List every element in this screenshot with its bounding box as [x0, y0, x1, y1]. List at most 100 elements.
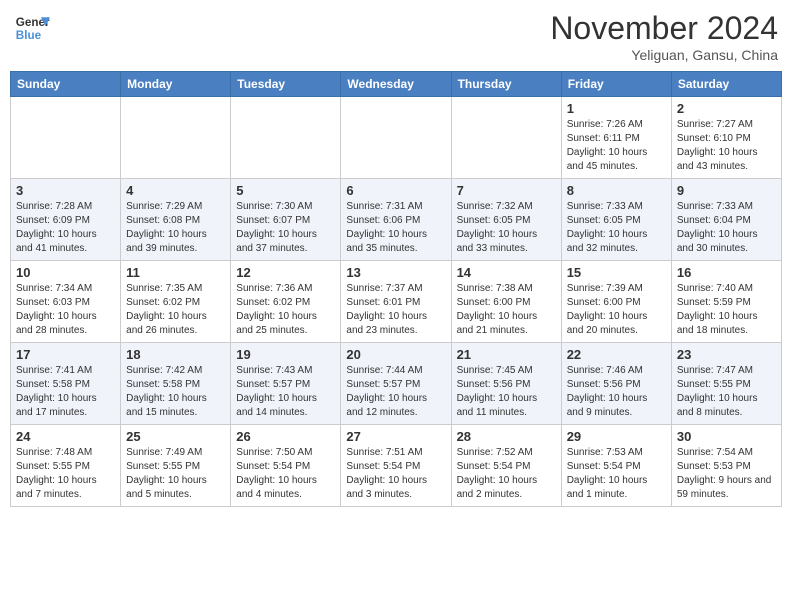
day-info: Sunrise: 7:26 AM Sunset: 6:11 PM Dayligh…	[567, 118, 666, 174]
title-area: November 2024 Yeliguan, Gansu, China	[550, 10, 778, 63]
day-info: Sunrise: 7:50 AM Sunset: 5:54 PM Dayligh…	[236, 446, 335, 502]
calendar-cell: 18Sunrise: 7:42 AM Sunset: 5:58 PM Dayli…	[121, 343, 231, 425]
day-info: Sunrise: 7:37 AM Sunset: 6:01 PM Dayligh…	[346, 282, 445, 338]
day-info: Sunrise: 7:35 AM Sunset: 6:02 PM Dayligh…	[126, 282, 225, 338]
day-info: Sunrise: 7:36 AM Sunset: 6:02 PM Dayligh…	[236, 282, 335, 338]
calendar-cell: 12 Sunrise: 7:36 AM Sunset: 6:02 PM Dayli…	[231, 261, 341, 343]
weekday-header-wednesday: Wednesday	[341, 72, 451, 97]
calendar-cell: 6 Sunrise: 7:31 AM Sunset: 6:06 PM Daylig…	[341, 179, 451, 261]
day-info: Sunrise: 7:51 AM Sunset: 5:54 PM Dayligh…	[346, 446, 445, 502]
calendar-cell: 29 Sunrise: 7:53 AM Sunset: 5:54 PM Dayli…	[561, 425, 671, 507]
location: Yeliguan, Gansu, China	[550, 47, 778, 63]
day-number: 6	[346, 183, 445, 198]
calendar-cell	[451, 97, 561, 179]
calendar-cell: 28 Sunrise: 7:52 AM Sunset: 5:54 PM Dayli…	[451, 425, 561, 507]
logo: General Blue	[14, 10, 50, 46]
svg-text:Blue: Blue	[16, 29, 42, 42]
calendar-cell: 16 Sunrise: 7:40 AM Sunset: 5:59 PM Dayli…	[671, 261, 781, 343]
weekday-header-monday: Monday	[121, 72, 231, 97]
calendar-cell: 11 Sunrise: 7:35 AM Sunset: 6:02 PM Dayli…	[121, 261, 231, 343]
calendar-cell: 3Sunrise: 7:28 AM Sunset: 6:09 PM Daylig…	[11, 179, 121, 261]
day-number: 10	[16, 265, 115, 280]
day-info: Sunrise: 7:52 AM Sunset: 5:54 PM Dayligh…	[457, 446, 556, 502]
calendar-cell: 10 Sunrise: 7:34 AM Sunset: 6:03 PM Dayli…	[11, 261, 121, 343]
week-row-4: 17 Sunrise: 7:41 AM Sunset: 5:58 PM Dayli…	[11, 343, 782, 425]
day-number: 1	[567, 101, 666, 116]
day-number: 12	[236, 265, 335, 280]
day-number: 18	[126, 347, 225, 362]
calendar-cell: 13 Sunrise: 7:37 AM Sunset: 6:01 PM Dayli…	[341, 261, 451, 343]
day-number: 16	[677, 265, 776, 280]
day-number: 28	[457, 429, 556, 444]
calendar-cell: 23Sunrise: 7:47 AM Sunset: 5:55 PM Dayli…	[671, 343, 781, 425]
day-info: Sunrise: 7:34 AM Sunset: 6:03 PM Dayligh…	[16, 282, 115, 338]
weekday-header-saturday: Saturday	[671, 72, 781, 97]
day-number: 14	[457, 265, 556, 280]
calendar-cell: 22Sunrise: 7:46 AM Sunset: 5:56 PM Dayli…	[561, 343, 671, 425]
day-number: 29	[567, 429, 666, 444]
calendar-cell: 15 Sunrise: 7:39 AM Sunset: 6:00 PM Dayli…	[561, 261, 671, 343]
calendar-cell: 5 Sunrise: 7:30 AM Sunset: 6:07 PM Daylig…	[231, 179, 341, 261]
day-info: Sunrise: 7:29 AM Sunset: 6:08 PM Dayligh…	[126, 200, 225, 256]
weekday-header-row: SundayMondayTuesdayWednesdayThursdayFrid…	[11, 72, 782, 97]
calendar-cell: 17 Sunrise: 7:41 AM Sunset: 5:58 PM Dayli…	[11, 343, 121, 425]
calendar-cell: 1 Sunrise: 7:26 AM Sunset: 6:11 PM Daylig…	[561, 97, 671, 179]
calendar-cell: 14 Sunrise: 7:38 AM Sunset: 6:00 PM Dayli…	[451, 261, 561, 343]
day-info: Sunrise: 7:53 AM Sunset: 5:54 PM Dayligh…	[567, 446, 666, 502]
week-row-5: 24 Sunrise: 7:48 AM Sunset: 5:55 PM Dayli…	[11, 425, 782, 507]
day-number: 21	[457, 347, 556, 362]
day-number: 23	[677, 347, 776, 362]
weekday-header-sunday: Sunday	[11, 72, 121, 97]
calendar-cell: 26 Sunrise: 7:50 AM Sunset: 5:54 PM Dayli…	[231, 425, 341, 507]
weekday-header-thursday: Thursday	[451, 72, 561, 97]
day-info: Sunrise: 7:33 AM Sunset: 6:05 PM Dayligh…	[567, 200, 666, 256]
calendar-cell: 20 Sunrise: 7:44 AM Sunset: 5:57 PM Dayli…	[341, 343, 451, 425]
calendar-cell	[341, 97, 451, 179]
day-number: 25	[126, 429, 225, 444]
day-info: Sunrise: 7:44 AM Sunset: 5:57 PM Dayligh…	[346, 364, 445, 420]
day-number: 2	[677, 101, 776, 116]
calendar: SundayMondayTuesdayWednesdayThursdayFrid…	[10, 71, 782, 507]
day-number: 5	[236, 183, 335, 198]
day-info: Sunrise: 7:49 AM Sunset: 5:55 PM Dayligh…	[126, 446, 225, 502]
calendar-cell	[121, 97, 231, 179]
day-info: Sunrise: 7:27 AM Sunset: 6:10 PM Dayligh…	[677, 118, 776, 174]
day-number: 27	[346, 429, 445, 444]
month-title: November 2024	[550, 10, 778, 47]
day-info: Sunrise: 7:39 AM Sunset: 6:00 PM Dayligh…	[567, 282, 666, 338]
calendar-cell: 9 Sunrise: 7:33 AM Sunset: 6:04 PM Daylig…	[671, 179, 781, 261]
logo-icon: General Blue	[14, 10, 50, 46]
day-info: Sunrise: 7:48 AM Sunset: 5:55 PM Dayligh…	[16, 446, 115, 502]
page-header: General Blue November 2024 Yeliguan, Gan…	[10, 10, 782, 63]
day-number: 20	[346, 347, 445, 362]
day-info: Sunrise: 7:45 AM Sunset: 5:56 PM Dayligh…	[457, 364, 556, 420]
day-number: 26	[236, 429, 335, 444]
day-info: Sunrise: 7:31 AM Sunset: 6:06 PM Dayligh…	[346, 200, 445, 256]
day-number: 19	[236, 347, 335, 362]
week-row-2: 3Sunrise: 7:28 AM Sunset: 6:09 PM Daylig…	[11, 179, 782, 261]
day-info: Sunrise: 7:41 AM Sunset: 5:58 PM Dayligh…	[16, 364, 115, 420]
calendar-cell: 7Sunrise: 7:32 AM Sunset: 6:05 PM Daylig…	[451, 179, 561, 261]
day-number: 8	[567, 183, 666, 198]
day-number: 13	[346, 265, 445, 280]
calendar-cell: 25 Sunrise: 7:49 AM Sunset: 5:55 PM Dayli…	[121, 425, 231, 507]
day-number: 24	[16, 429, 115, 444]
calendar-cell: 4Sunrise: 7:29 AM Sunset: 6:08 PM Daylig…	[121, 179, 231, 261]
weekday-header-friday: Friday	[561, 72, 671, 97]
day-info: Sunrise: 7:54 AM Sunset: 5:53 PM Dayligh…	[677, 446, 776, 502]
day-info: Sunrise: 7:30 AM Sunset: 6:07 PM Dayligh…	[236, 200, 335, 256]
day-number: 22	[567, 347, 666, 362]
day-number: 9	[677, 183, 776, 198]
day-info: Sunrise: 7:40 AM Sunset: 5:59 PM Dayligh…	[677, 282, 776, 338]
day-number: 15	[567, 265, 666, 280]
calendar-cell: 24 Sunrise: 7:48 AM Sunset: 5:55 PM Dayli…	[11, 425, 121, 507]
week-row-3: 10 Sunrise: 7:34 AM Sunset: 6:03 PM Dayli…	[11, 261, 782, 343]
calendar-cell: 19Sunrise: 7:43 AM Sunset: 5:57 PM Dayli…	[231, 343, 341, 425]
day-number: 17	[16, 347, 115, 362]
day-number: 11	[126, 265, 225, 280]
day-info: Sunrise: 7:33 AM Sunset: 6:04 PM Dayligh…	[677, 200, 776, 256]
weekday-header-tuesday: Tuesday	[231, 72, 341, 97]
calendar-cell	[231, 97, 341, 179]
day-info: Sunrise: 7:28 AM Sunset: 6:09 PM Dayligh…	[16, 200, 115, 256]
day-info: Sunrise: 7:38 AM Sunset: 6:00 PM Dayligh…	[457, 282, 556, 338]
